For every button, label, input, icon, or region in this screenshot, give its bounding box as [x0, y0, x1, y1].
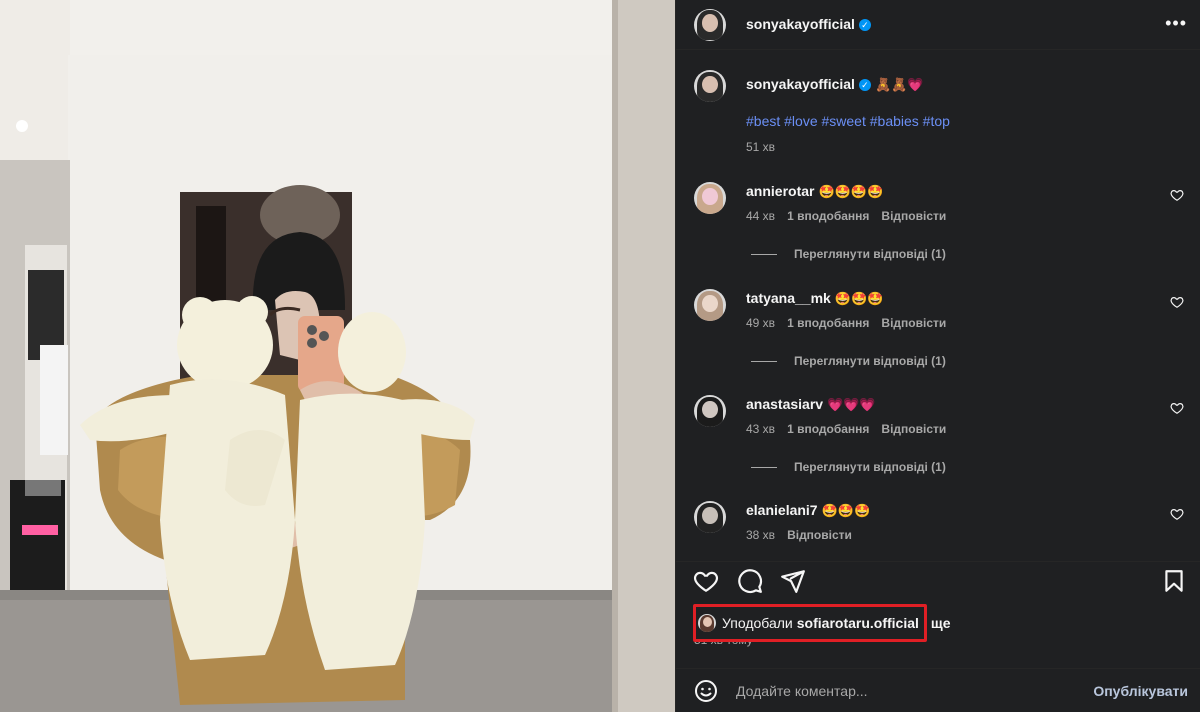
instagram-post-view: sonyakayofficial ✓ ••• sonyakayofficial ✓ 🧸… — [0, 0, 1200, 712]
commenter-avatar[interactable] — [694, 182, 726, 214]
comment-time: 43 хв — [746, 422, 776, 436]
post-action-bar — [676, 561, 1200, 597]
comment-item: tatyana__mk 🤩🤩🤩 49 хв 1 вподобання Відпов… — [694, 289, 1184, 330]
comment-item: anastasiarv 💗💗💗 43 хв 1 вподобання Відпов… — [694, 395, 1184, 436]
reply-button[interactable]: Відповісти — [881, 209, 946, 223]
reply-button[interactable]: Відповісти — [881, 422, 946, 436]
liker-username[interactable]: sofiarotaru.official — [797, 615, 919, 631]
comment-input[interactable] — [736, 682, 1076, 699]
smiley-icon[interactable] — [694, 679, 718, 703]
commenter-avatar[interactable] — [694, 289, 726, 321]
view-replies-label: Переглянути відповіді (1) — [794, 460, 946, 474]
comment-time: 44 хв — [746, 209, 776, 223]
commenter-username[interactable]: elanielani7 — [746, 502, 818, 518]
more-dots-icon[interactable]: ••• — [1165, 14, 1187, 32]
author-avatar[interactable] — [694, 8, 726, 41]
comment-bubble-icon[interactable] — [737, 568, 763, 594]
view-replies-label: Переглянути відповіді (1) — [794, 247, 946, 261]
reply-button[interactable]: Відповісти — [881, 316, 946, 330]
commenter-username[interactable]: anastasiarv — [746, 396, 823, 412]
commenter-avatar[interactable] — [694, 501, 726, 533]
comment-likes-count[interactable]: 1 вподобання — [787, 209, 869, 223]
liker-avatar[interactable] — [698, 614, 716, 632]
view-replies-button[interactable]: Переглянути відповіді (1) — [751, 460, 946, 474]
comment-composer: Опублікувати — [676, 668, 1200, 712]
comment-text: 💗💗💗 — [827, 397, 876, 412]
mirror-selfie-image — [0, 0, 675, 712]
heart-icon[interactable] — [1170, 295, 1184, 309]
comment-likes-count[interactable]: 1 вподобання — [787, 316, 869, 330]
caption-author-avatar[interactable] — [694, 70, 726, 102]
comment-text: 🤩🤩🤩 — [821, 503, 871, 518]
bookmark-icon[interactable] — [1161, 568, 1187, 594]
post-side-panel: sonyakayofficial ✓ ••• sonyakayofficial ✓ 🧸… — [675, 0, 1200, 712]
comment-item: annierotar 🤩🤩🤩🤩 44 хв 1 вподобання Відпов… — [694, 182, 1184, 223]
post-photo[interactable] — [0, 0, 675, 712]
heart-icon[interactable] — [693, 568, 719, 594]
caption-hashtags[interactable]: #best #love #sweet #babies #top — [746, 113, 950, 129]
comment-time: 38 хв — [746, 528, 776, 542]
comment-likes-count[interactable]: 1 вподобання — [787, 422, 869, 436]
reply-button[interactable]: Відповісти — [787, 528, 852, 542]
caption-time: 51 хв — [746, 140, 776, 154]
caption-emojis: 🧸🧸💗 — [874, 77, 924, 92]
view-replies-button[interactable]: Переглянути відповіді (1) — [751, 247, 946, 261]
likes-more-link[interactable]: ще — [931, 615, 951, 631]
heart-icon[interactable] — [1170, 507, 1184, 521]
commenter-avatar[interactable] — [694, 395, 726, 427]
verified-badge-icon: ✓ — [858, 18, 871, 31]
view-replies-label: Переглянути відповіді (1) — [794, 354, 946, 368]
post-header: sonyakayofficial ✓ ••• — [676, 0, 1200, 50]
author-username[interactable]: sonyakayofficial — [746, 16, 855, 32]
post-caption: sonyakayofficial ✓ 🧸🧸💗 #best #love #sweet … — [694, 70, 1184, 154]
commenter-username[interactable]: annierotar — [746, 183, 814, 199]
caption-author-username[interactable]: sonyakayofficial — [746, 76, 855, 92]
comment-time: 49 хв — [746, 316, 776, 330]
heart-icon[interactable] — [1170, 188, 1184, 202]
comment-text: 🤩🤩🤩 — [834, 291, 884, 306]
likes-highlight-box: Уподобали sofiarotaru.official — [693, 604, 927, 642]
verified-badge-icon: ✓ — [858, 79, 871, 91]
paper-plane-icon[interactable] — [780, 568, 806, 594]
likes-prefix: Уподобали — [722, 615, 793, 631]
heart-icon[interactable] — [1170, 401, 1184, 415]
publish-button[interactable]: Опублікувати — [1093, 683, 1188, 699]
comment-text: 🤩🤩🤩🤩 — [818, 184, 884, 199]
likes-summary: Уподобали sofiarotaru.official ще — [693, 604, 951, 642]
view-replies-button[interactable]: Переглянути відповіді (1) — [751, 354, 946, 368]
commenter-username[interactable]: tatyana__mk — [746, 290, 831, 306]
comment-item: elanielani7 🤩🤩🤩 38 хв Відповісти — [694, 501, 1184, 542]
